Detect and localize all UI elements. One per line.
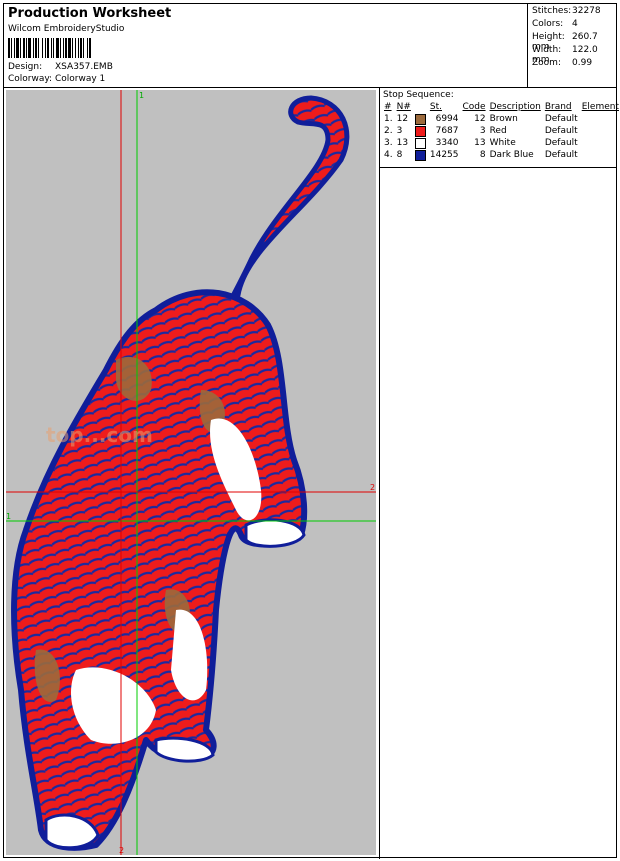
color-swatch-box bbox=[414, 149, 426, 161]
row-code: 13 bbox=[474, 138, 486, 148]
marker-left-green: 1 bbox=[6, 512, 11, 521]
software-name: Wilcom EmbroideryStudio bbox=[8, 24, 125, 34]
col-swatch bbox=[413, 101, 428, 113]
row-element bbox=[580, 137, 620, 149]
marker-top-green: 1 bbox=[139, 91, 144, 100]
row-brand: Default bbox=[544, 138, 578, 148]
row-index: 3. bbox=[384, 138, 393, 148]
row-description: White bbox=[489, 138, 516, 148]
design-preview: top...com 1 1 2 2 bbox=[4, 88, 380, 859]
color-swatch-box bbox=[414, 125, 426, 137]
row-index: 4. bbox=[384, 150, 393, 160]
table-row: 4. 8 14255 8 Dark Blue Default bbox=[382, 149, 620, 161]
row-needle: 8 bbox=[396, 150, 403, 160]
row-needle: 13 bbox=[396, 138, 409, 148]
watermark: top...com bbox=[46, 423, 153, 447]
row-index: 1. bbox=[384, 114, 393, 124]
row-description: Brown bbox=[489, 114, 518, 124]
barcode bbox=[8, 38, 91, 58]
table-header-row: # N# St. Code Description Brand Element bbox=[382, 101, 620, 113]
stop-sequence-table: # N# St. Code Description Brand Element … bbox=[382, 101, 620, 161]
row-code: 12 bbox=[474, 114, 486, 124]
design-canvas: top...com 1 1 2 2 bbox=[6, 90, 376, 855]
row-needle: 12 bbox=[396, 114, 409, 124]
row-stitches: 3340 bbox=[435, 138, 459, 148]
page-title: Production Worksheet bbox=[8, 6, 172, 21]
row-brand: Default bbox=[544, 114, 578, 124]
tiger-embroidery: top...com 1 1 2 2 bbox=[6, 90, 376, 855]
header-info: Production Worksheet Wilcom EmbroiderySt… bbox=[4, 4, 528, 88]
col-description: Description bbox=[489, 102, 541, 112]
row-element bbox=[580, 113, 620, 125]
col-n: N# bbox=[396, 102, 411, 112]
stats-panel: Stitches:32278 Colors: 4 Height: 260.7 mm … bbox=[528, 4, 616, 88]
col-hash: # bbox=[384, 102, 392, 112]
design-label: Design: bbox=[8, 62, 43, 72]
row-code: 3 bbox=[479, 126, 486, 136]
colorway-label: Colorway: bbox=[8, 74, 53, 84]
row-stitches: 14255 bbox=[429, 150, 459, 160]
stat-zoom: Zoom: 0.99 bbox=[532, 58, 593, 68]
marker-bottom-red: 2 bbox=[119, 846, 124, 855]
row-index: 2. bbox=[384, 126, 393, 136]
row-brand: Default bbox=[544, 150, 578, 160]
table-row: 1. 12 6994 12 Brown Default bbox=[382, 113, 620, 125]
col-stitches: St. bbox=[429, 102, 442, 112]
table-row: 2. 3 7687 3 Red Default bbox=[382, 125, 620, 137]
col-brand: Brand bbox=[544, 102, 572, 112]
design-row: Design: XSA357.EMB bbox=[8, 62, 113, 72]
design-value: XSA357.EMB bbox=[55, 62, 113, 72]
col-element: Element bbox=[581, 102, 619, 112]
color-swatch-box bbox=[414, 137, 426, 149]
row-element bbox=[580, 149, 620, 161]
stop-sequence-panel: Stop Sequence: # N# St. Code Description… bbox=[380, 88, 619, 168]
marker-right-red: 2 bbox=[370, 483, 375, 492]
row-code: 8 bbox=[479, 150, 486, 160]
worksheet: Production Worksheet Wilcom EmbroiderySt… bbox=[3, 3, 619, 859]
col-code: Code bbox=[462, 102, 486, 112]
color-swatch bbox=[413, 113, 428, 125]
colorway-row: Colorway: Colorway 1 bbox=[8, 74, 105, 84]
stat-colors: Colors: 4 bbox=[532, 19, 578, 29]
row-description: Dark Blue bbox=[489, 150, 534, 160]
stop-sequence-label: Stop Sequence: bbox=[383, 90, 454, 100]
colorway-value: Colorway 1 bbox=[55, 74, 106, 84]
row-needle: 3 bbox=[396, 126, 403, 136]
table-row: 3. 13 3340 13 White Default bbox=[382, 137, 620, 149]
color-swatch bbox=[413, 125, 428, 137]
row-stitches: 6994 bbox=[435, 114, 459, 124]
row-stitches: 7687 bbox=[435, 126, 459, 136]
color-swatch bbox=[413, 149, 428, 161]
color-swatch-box bbox=[414, 113, 426, 125]
color-swatch bbox=[413, 137, 428, 149]
row-description: Red bbox=[489, 126, 507, 136]
stat-stitches: Stitches:32278 bbox=[532, 6, 601, 16]
row-element bbox=[580, 125, 620, 137]
row-brand: Default bbox=[544, 126, 578, 136]
